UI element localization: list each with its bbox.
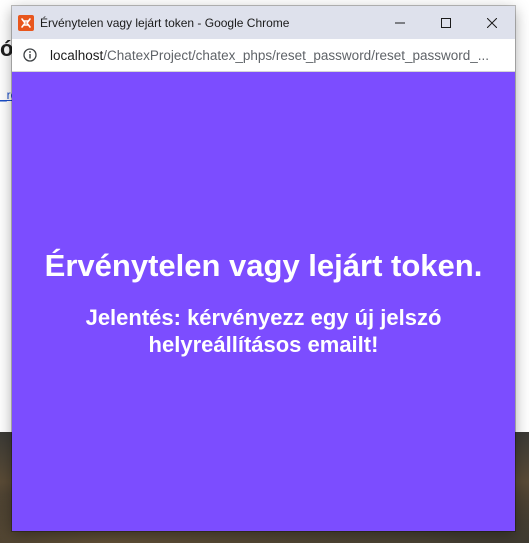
minimize-icon xyxy=(395,22,405,23)
maximize-icon xyxy=(441,17,451,28)
page-message: Jelentés: kérvényezz egy új jelszó helyr… xyxy=(85,305,442,357)
page-content: Érvénytelen vagy lejárt token. Jelentés:… xyxy=(12,72,515,531)
url-path: /ChatexProject/chatex_phps/reset_passwor… xyxy=(103,47,490,63)
url-text[interactable]: localhost/ChatexProject/chatex_phps/rese… xyxy=(50,48,490,63)
xampp-icon xyxy=(18,14,34,31)
address-bar[interactable]: localhost/ChatexProject/chatex_phps/rese… xyxy=(12,39,515,72)
page-title: Érvénytelen vagy lejárt token. xyxy=(44,248,483,283)
window-title: Érvénytelen vagy lejárt token - Google C… xyxy=(40,15,290,30)
window-titlebar[interactable]: Érvénytelen vagy lejárt token - Google C… xyxy=(12,6,515,39)
close-button[interactable] xyxy=(469,6,515,39)
close-icon xyxy=(487,17,497,28)
popup-window: Érvénytelen vagy lejárt token - Google C… xyxy=(12,6,515,531)
info-icon[interactable] xyxy=(23,48,37,62)
url-host: localhost xyxy=(50,47,104,63)
minimize-button[interactable] xyxy=(377,6,423,39)
maximize-button[interactable] xyxy=(423,6,469,39)
